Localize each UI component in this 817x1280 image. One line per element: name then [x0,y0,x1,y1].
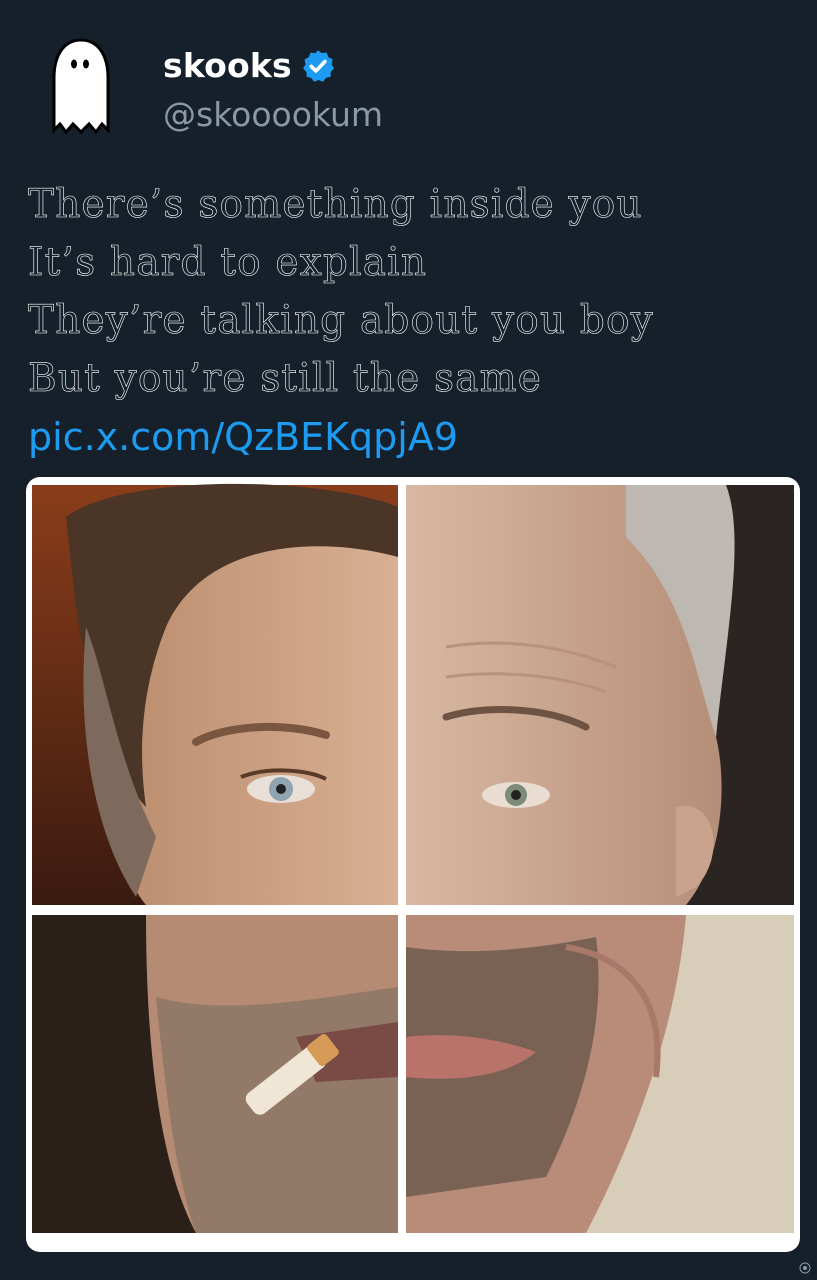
tweet-text: There’s something inside you It’s hard t… [28,176,798,464]
ghost-icon[interactable] [46,34,116,140]
tweet-line: But you’re still the same [28,356,543,402]
display-name[interactable]: skooks [163,46,292,85]
tweet-card: skooks @skooookum There’s something insi… [0,0,817,1280]
tweet-media-image[interactable] [26,477,800,1252]
panel-bottom-right [406,915,794,1233]
panel-top-left [32,483,398,905]
user-handle[interactable]: @skooookum [163,95,383,134]
verified-badge-icon [302,49,334,82]
panel-top-right [406,485,794,905]
panel-bottom-left [32,915,398,1233]
tweet-line: They’re talking about you boy [28,298,654,344]
author-name-row[interactable]: skooks [163,46,336,85]
tweet-line: It’s hard to explain [28,240,428,286]
tweet-line: There’s something inside you [28,182,643,228]
face-collage-image [26,477,800,1252]
media-link[interactable]: pic.x.com/QzBEKqpjA9 [28,410,798,464]
watermark-icon [799,1262,811,1274]
